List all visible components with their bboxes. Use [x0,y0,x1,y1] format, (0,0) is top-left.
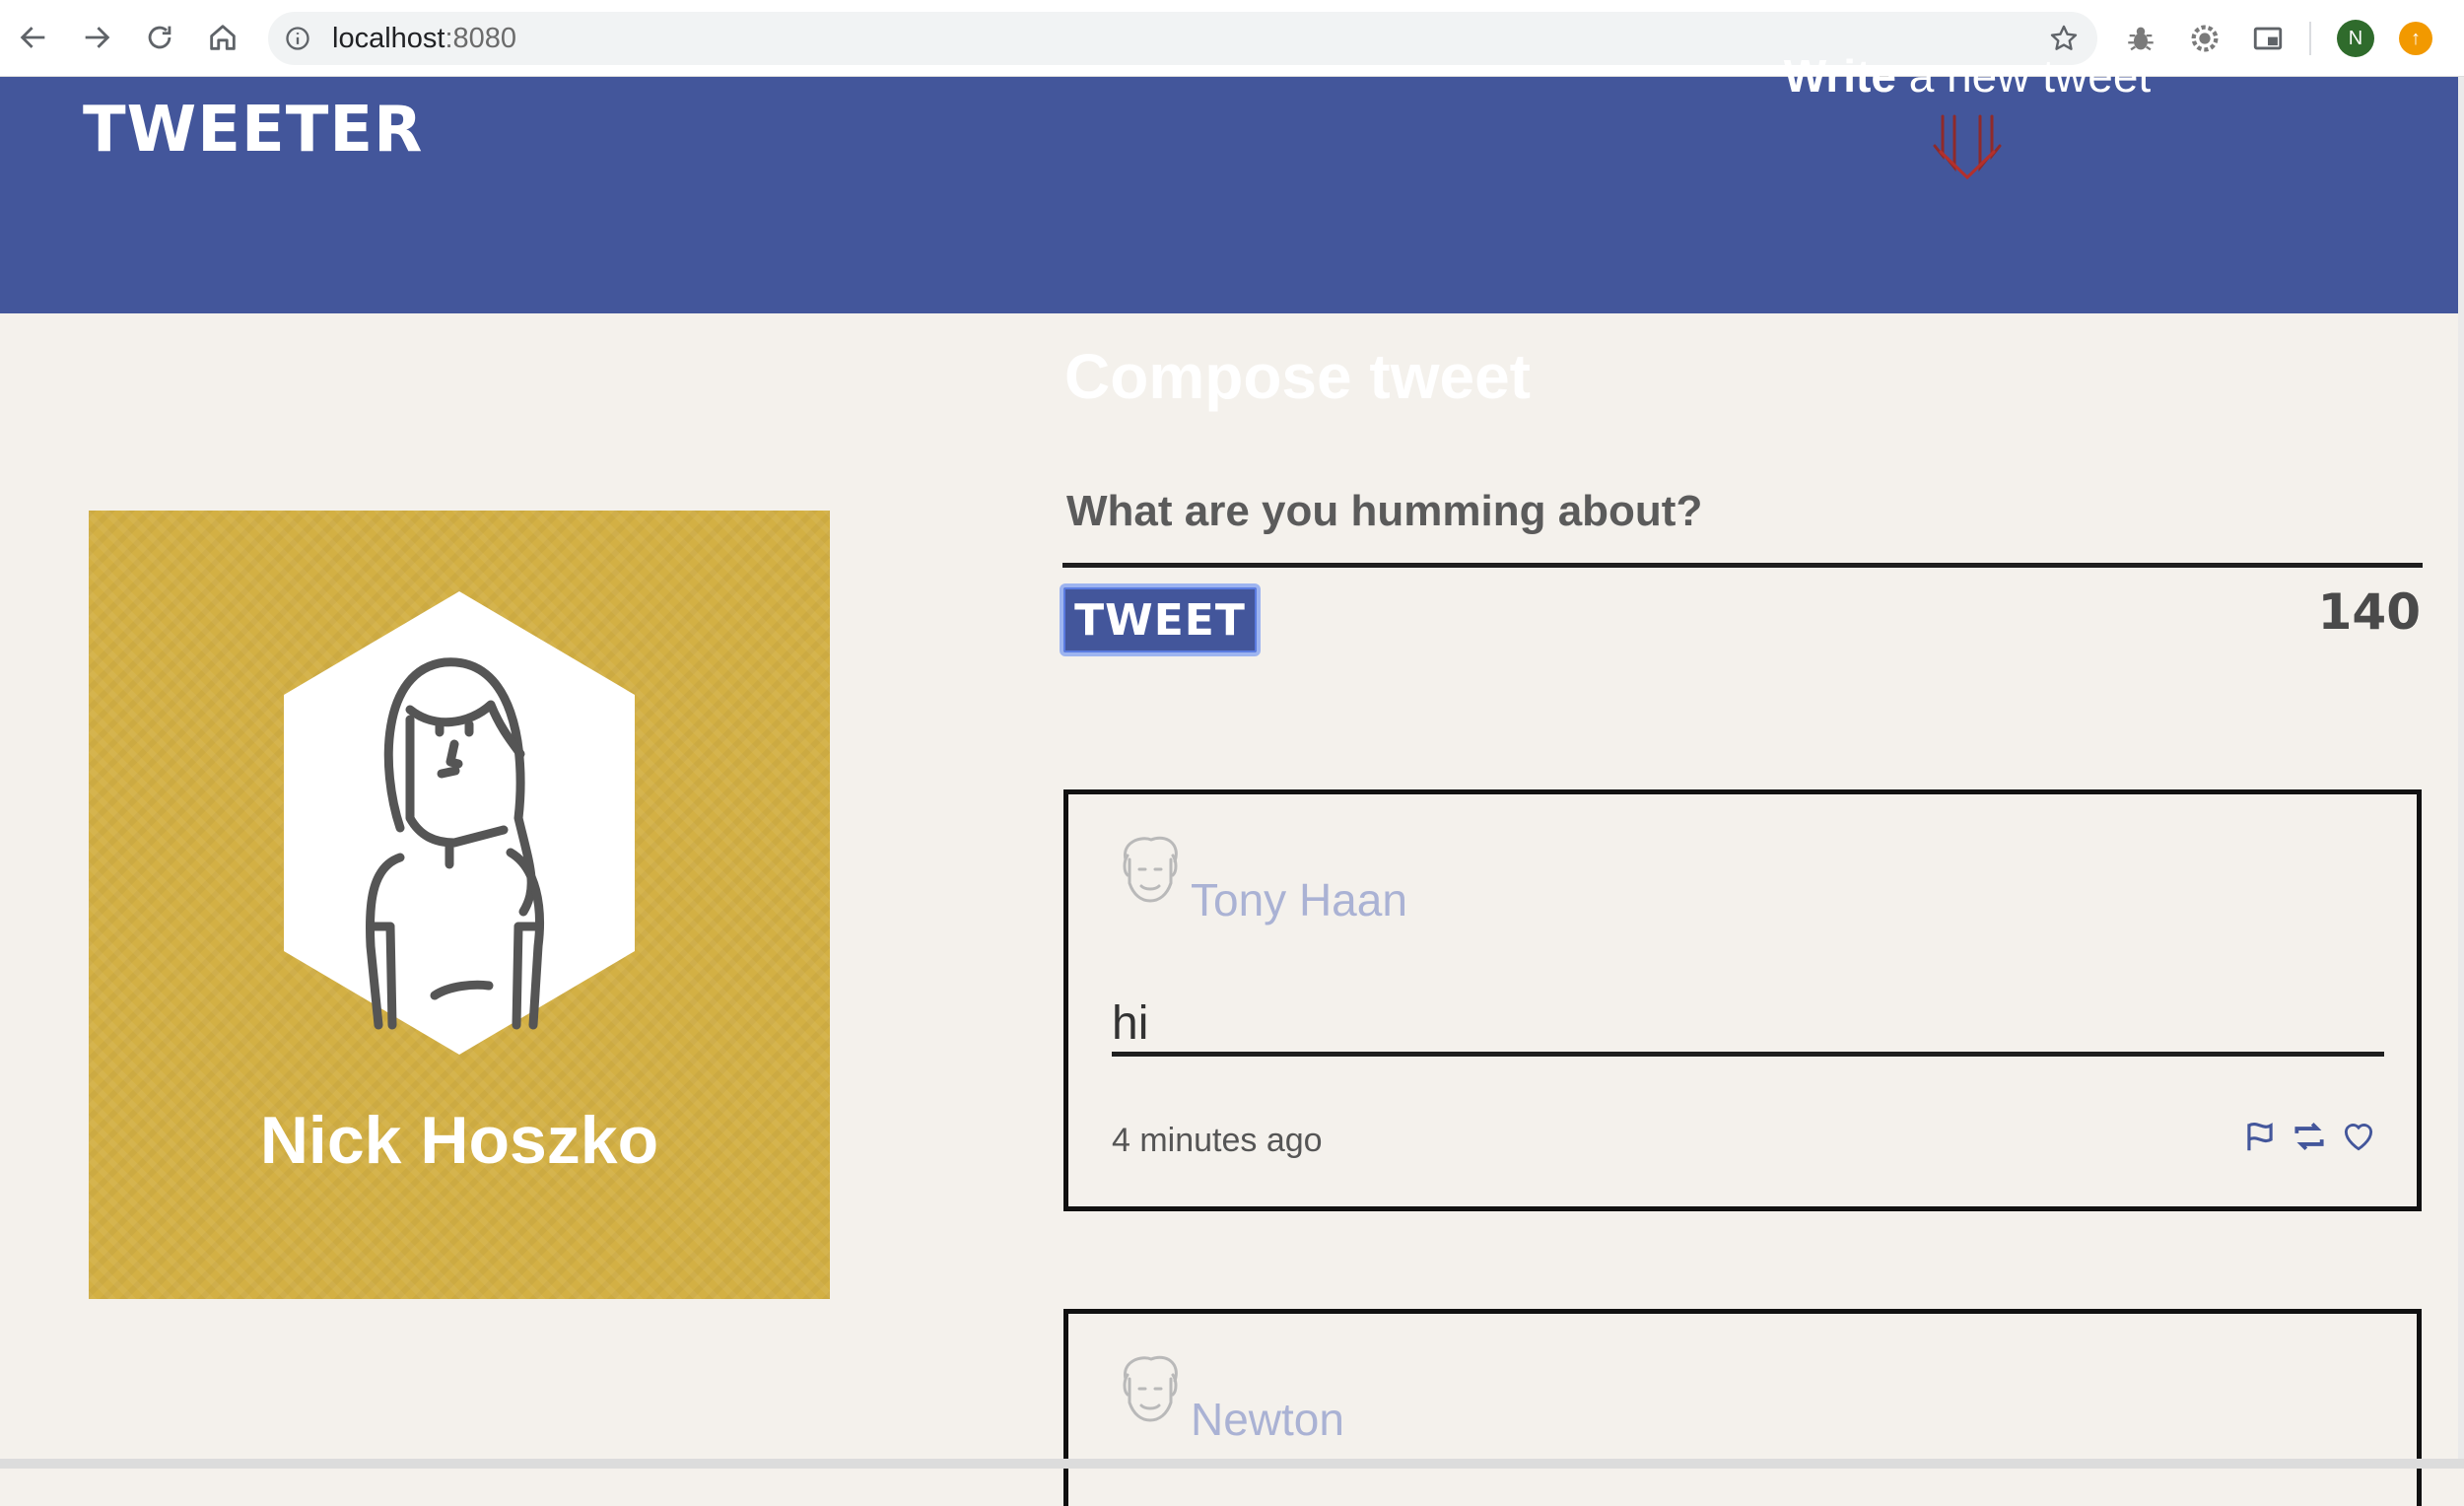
tweet-timestamp: 4 minutes ago [1112,1122,1323,1159]
tweet-divider [1112,1052,2384,1057]
flag-button[interactable] [2241,1118,2279,1155]
tweet-text: hi [1112,997,1149,1050]
retweet-icon [2294,1122,2324,1151]
tweet-actions [2241,1118,2377,1155]
profile-name: Nick Hoszko [259,1103,659,1178]
update-button[interactable]: ↑ [2399,22,2432,55]
brand-logo[interactable]: TWEETER [83,94,423,167]
tweet-card: Tony Haan hi 4 minutes ago [1063,789,2422,1211]
tweet-textarea-placeholder[interactable]: What are you humming about? [1066,487,1702,536]
user-avatar [284,591,635,1055]
info-icon[interactable] [284,25,311,52]
double-chevron-down-icon [1933,114,2002,180]
write-tweet-toggle[interactable]: Write a new tweet [1770,49,2164,185]
url-text: localhost:8080 [332,23,517,54]
cast-icon [2253,27,2283,50]
tweet-author: Newton [1191,1394,1344,1445]
toolbar-separator [2309,22,2311,55]
cast-button[interactable] [2249,20,2287,57]
reload-icon [148,26,171,49]
arrow-right-icon [85,27,110,48]
gear-icon [2191,25,2219,52]
tweet-textarea-underline[interactable] [1062,563,2423,568]
heart-icon [2344,1124,2373,1151]
home-icon [210,25,236,50]
write-tweet-label: Write a new tweet [1783,50,2152,102]
window-bottom-edge [0,1459,2464,1469]
tweet-card: Newton [1063,1309,2422,1506]
character-counter: 140 [2317,583,2421,641]
profile-card: Nick Hoszko [89,511,830,1299]
compose-title: Compose tweet [1064,341,1531,412]
home-button[interactable] [201,16,244,59]
extension-gear-button[interactable] [2186,20,2224,57]
author-avatar-icon [1123,1355,1178,1422]
forward-button[interactable] [75,16,118,59]
arrow-left-icon [20,27,45,48]
like-button[interactable] [2340,1118,2377,1155]
reload-button[interactable] [138,16,181,59]
tweet-submit-button[interactable]: TWEET [1060,583,1261,656]
page-scrollbar[interactable] [2458,77,2464,1469]
retweet-button[interactable] [2291,1118,2328,1155]
tweet-author: Tony Haan [1191,874,1407,925]
profile-avatar-button[interactable]: N [2337,20,2374,57]
flag-icon [2247,1123,2273,1151]
back-button[interactable] [12,16,55,59]
author-avatar-icon [1123,836,1178,903]
